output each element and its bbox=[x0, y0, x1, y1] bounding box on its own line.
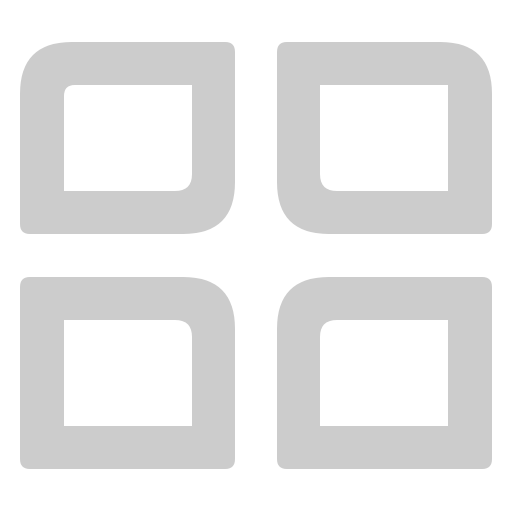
grid-tile-top-right-icon bbox=[277, 42, 492, 234]
dashboard-grid-icon bbox=[20, 42, 492, 469]
icon-canvas bbox=[0, 0, 512, 512]
grid-tile-top-left-icon bbox=[20, 42, 235, 234]
grid-tile-bottom-left-icon bbox=[20, 277, 235, 469]
grid-tile-bottom-right-icon bbox=[277, 277, 492, 469]
